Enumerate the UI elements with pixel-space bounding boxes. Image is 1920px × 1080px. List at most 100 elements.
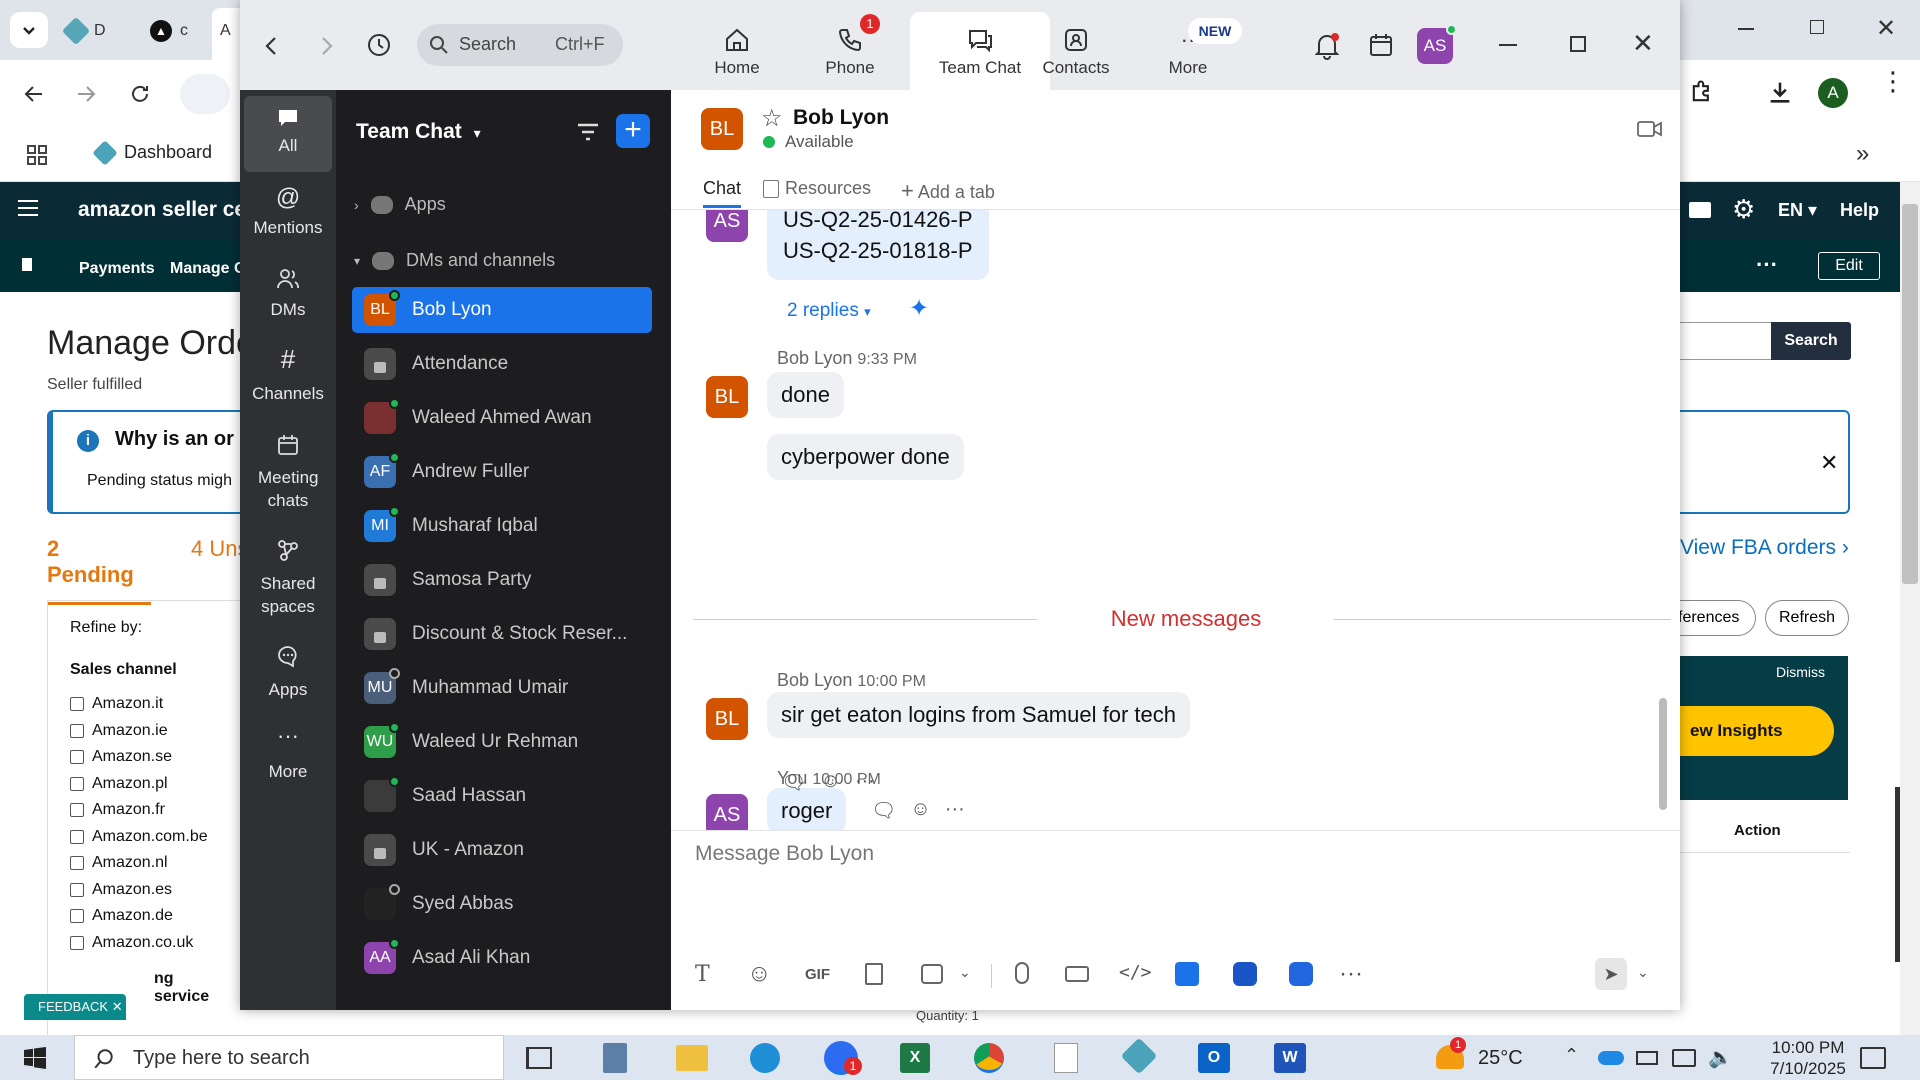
settings-icon[interactable]: ⚙ <box>1732 194 1755 225</box>
chevron-down-icon[interactable]: ⌄ <box>1637 964 1649 981</box>
rail-channels[interactable]: # Channels <box>244 346 332 405</box>
language-selector[interactable]: EN ▾ <box>1778 200 1817 221</box>
calculator-icon[interactable] <box>603 1043 627 1073</box>
rail-meeting-chats[interactable]: Meeting chats <box>244 434 332 512</box>
app-icon[interactable] <box>1233 962 1257 986</box>
checkbox[interactable] <box>70 882 84 897</box>
minimize-icon[interactable] <box>1738 28 1754 30</box>
weather-icon[interactable]: 1 <box>1436 1037 1466 1069</box>
double-chevron-icon[interactable]: » <box>1856 140 1869 168</box>
emoji-icon[interactable]: ☺ <box>910 798 930 823</box>
dm-item[interactable]: Attendance <box>352 341 652 387</box>
rail-all[interactable]: All <box>244 96 332 172</box>
task-view-icon[interactable] <box>526 1047 552 1069</box>
chevron-up-icon[interactable]: ⌃ <box>1564 1045 1579 1066</box>
replies-link[interactable]: 2 replies ▾ <box>787 300 871 322</box>
channel-checkbox-row[interactable]: Amazon.pl <box>70 771 218 798</box>
site-info-icon[interactable] <box>180 74 230 114</box>
extensions-icon[interactable] <box>1688 78 1716 106</box>
notification-center-icon[interactable] <box>1860 1047 1886 1069</box>
taskbar-search[interactable]: Type here to search <box>74 1035 504 1080</box>
browser-tab[interactable]: D <box>61 14 126 48</box>
bookmark-icon[interactable] <box>22 258 32 271</box>
filter-icon[interactable] <box>576 122 600 142</box>
emoji-icon[interactable]: ☺ <box>820 770 840 795</box>
scrollbar-thumb[interactable] <box>1902 204 1918 584</box>
contact-avatar[interactable]: BL <box>701 108 743 150</box>
microphone-icon[interactable] <box>1015 962 1029 984</box>
send-button[interactable]: ➤ <box>1595 958 1627 990</box>
reload-icon[interactable] <box>128 82 152 106</box>
dm-item[interactable]: AF Andrew Fuller <box>352 449 652 495</box>
edge-icon[interactable] <box>750 1043 780 1073</box>
dismiss-link[interactable]: Dismiss <box>1776 664 1825 680</box>
dm-item[interactable]: MI Musharaf Iqbal <box>352 503 652 549</box>
notepad-icon[interactable] <box>1054 1043 1078 1073</box>
more-icon[interactable]: ··· <box>855 770 875 795</box>
message-input[interactable]: Message Bob Lyon <box>695 842 1655 942</box>
history-icon[interactable] <box>366 32 392 58</box>
mail-icon[interactable] <box>1689 202 1711 218</box>
download-icon[interactable] <box>1766 78 1794 106</box>
channel-checkbox-row[interactable]: Amazon.es <box>70 877 218 904</box>
dm-item[interactable]: MU Muhammad Umair <box>352 665 652 711</box>
word-icon[interactable]: W <box>1274 1043 1306 1073</box>
section-dms[interactable]: ▾ DMs and channels <box>354 250 555 271</box>
dm-item[interactable]: AA Asad Ali Khan <box>352 935 652 981</box>
channel-checkbox-row[interactable]: Amazon.fr <box>70 797 218 824</box>
dm-item[interactable]: Syed Abbas <box>352 881 652 927</box>
tab-chat[interactable]: Chat <box>703 178 742 208</box>
checkbox[interactable] <box>70 723 84 738</box>
channel-checkbox-row[interactable]: Amazon.se <box>70 744 218 771</box>
tab-resources[interactable]: Resources <box>763 178 871 199</box>
battery-icon[interactable] <box>1636 1051 1658 1065</box>
message-bubble[interactable]: done <box>767 372 844 418</box>
checkbox[interactable] <box>70 829 84 844</box>
tab-more[interactable]: ·· More NEW <box>1118 12 1258 90</box>
browser-tab[interactable]: ▲ c <box>150 14 210 48</box>
forward-icon[interactable] <box>320 36 334 56</box>
bell-icon[interactable] <box>1314 32 1340 60</box>
channel-checkbox-row[interactable]: Amazon.it <box>70 691 218 718</box>
calendar-icon[interactable] <box>1368 32 1394 58</box>
message-bubble[interactable]: US-Q2-25-01426-P US-Q2-25-01818-P <box>767 210 989 280</box>
reply-icon[interactable]: 🗨 <box>871 798 896 823</box>
rail-apps[interactable]: Apps <box>244 644 332 701</box>
page-scrollbar[interactable] <box>1900 182 1920 1035</box>
file-icon[interactable] <box>865 963 883 985</box>
rail-dms[interactable]: DMs <box>244 268 332 321</box>
chrome-icon[interactable] <box>974 1043 1004 1073</box>
edit-button[interactable]: Edit <box>1818 252 1880 280</box>
close-icon[interactable]: ✕ <box>1632 28 1654 59</box>
code-icon[interactable]: </> <box>1119 962 1152 983</box>
restore-icon[interactable] <box>1810 20 1824 34</box>
app-icon[interactable] <box>1175 962 1199 986</box>
dm-item[interactable]: Saad Hassan <box>352 773 652 819</box>
hamburger-icon[interactable] <box>18 200 38 216</box>
minimize-icon[interactable] <box>1499 44 1517 46</box>
dm-item[interactable]: Waleed Ahmed Awan <box>352 395 652 441</box>
tab-pending[interactable]: 2 Pending <box>47 536 151 605</box>
rail-shared-spaces[interactable]: Shared spaces <box>244 538 332 618</box>
channel-checkbox-row[interactable]: Amazon.ie <box>70 718 218 745</box>
close-icon[interactable]: ✕ <box>1876 14 1896 43</box>
windows-start-icon[interactable] <box>24 1047 46 1069</box>
star-icon[interactable]: ☆ <box>761 104 783 133</box>
browser-tab-active[interactable]: A <box>212 8 242 60</box>
apps-grid-icon[interactable] <box>26 144 48 166</box>
user-avatar[interactable]: AS <box>1417 24 1457 64</box>
app-icon[interactable] <box>1289 962 1313 986</box>
search-button[interactable]: Search <box>1771 322 1851 360</box>
checkbox[interactable] <box>70 750 84 765</box>
channel-checkbox-row[interactable]: Amazon.co.uk <box>70 930 218 957</box>
temperature[interactable]: 25°C <box>1478 1047 1523 1070</box>
dm-item[interactable]: WU Waleed Ur Rehman <box>352 719 652 765</box>
back-icon[interactable] <box>264 36 278 56</box>
more-icon[interactable]: ··· <box>1756 252 1778 278</box>
search-box[interactable]: Search Ctrl+F <box>417 24 623 66</box>
menu-icon[interactable]: ⋮ <box>1880 68 1906 94</box>
tab-add[interactable]: + Add a tab <box>901 178 995 204</box>
more-icon[interactable]: ··· <box>945 798 965 823</box>
message-bubble[interactable]: sir get eaton logins from Samuel for tec… <box>767 692 1190 738</box>
checkbox[interactable] <box>70 776 84 791</box>
